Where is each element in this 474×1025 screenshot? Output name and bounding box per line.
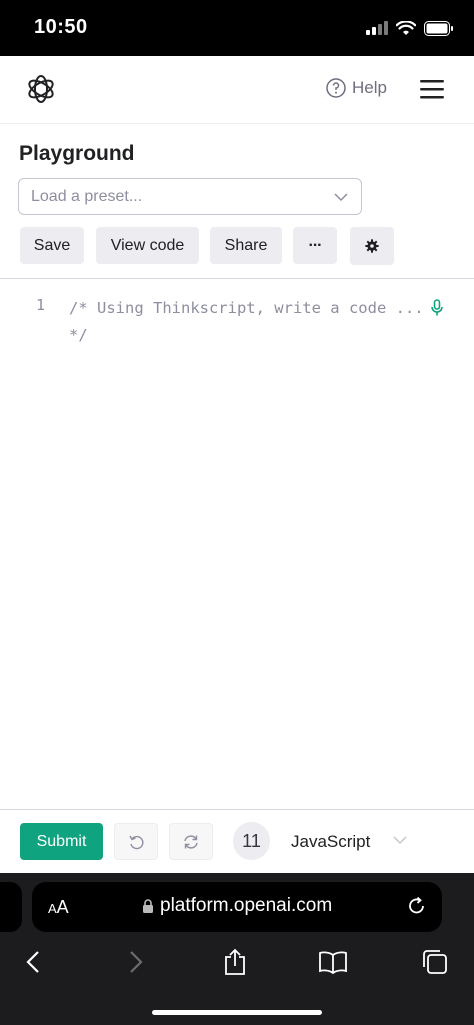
- view-code-button[interactable]: View code: [96, 227, 199, 264]
- code-prompt-text[interactable]: /* Using Thinkscript, write a code ... *…: [69, 295, 429, 349]
- address-bar[interactable]: AA platform.openai.com: [32, 882, 442, 932]
- settings-button[interactable]: [350, 227, 394, 265]
- status-icons: [366, 18, 454, 38]
- status-time: 10:50: [34, 16, 88, 38]
- lock-icon: [143, 898, 153, 913]
- preset-select[interactable]: Load a preset...: [18, 178, 362, 215]
- save-button[interactable]: Save: [20, 227, 84, 264]
- battery-icon: [424, 20, 453, 36]
- tabs-icon: [423, 950, 447, 974]
- gear-icon: [365, 239, 379, 253]
- tabs-button[interactable]: [420, 947, 450, 977]
- forward-button[interactable]: [121, 947, 151, 977]
- page-title: Playground: [19, 142, 135, 165]
- previous-tab[interactable]: [0, 882, 22, 932]
- hamburger-menu-icon[interactable]: [418, 78, 446, 100]
- help-label: Help: [352, 78, 387, 97]
- submit-button[interactable]: Submit: [20, 823, 103, 860]
- chevron-down-icon[interactable]: [392, 834, 408, 846]
- cellular-signal-icon: [366, 21, 388, 35]
- reload-icon[interactable]: [406, 895, 428, 917]
- text-size-small: A: [48, 901, 57, 916]
- help-circle-icon: [326, 78, 346, 98]
- bookmarks-button[interactable]: [318, 947, 348, 977]
- wifi-icon: [396, 20, 416, 35]
- back-button[interactable]: [18, 947, 48, 977]
- line-number: 1: [36, 296, 46, 314]
- editor-footer: Submit 11 JavaScript: [0, 810, 474, 873]
- home-indicator: [152, 1010, 322, 1015]
- preset-placeholder: Load a preset...: [31, 188, 143, 205]
- language-select[interactable]: JavaScript: [291, 832, 370, 852]
- browser-nav-row: [0, 945, 474, 981]
- text-size-button[interactable]: AA: [48, 897, 69, 918]
- status-bar: 10:50: [0, 0, 474, 56]
- browser-toolbar: AA platform.openai.com: [0, 873, 474, 1025]
- token-count-badge: 11: [233, 822, 270, 860]
- help-link[interactable]: Help: [326, 78, 387, 98]
- url-display[interactable]: platform.openai.com: [142, 895, 332, 917]
- url-text: platform.openai.com: [160, 895, 333, 916]
- regenerate-button[interactable]: [169, 823, 213, 860]
- openai-logo-icon[interactable]: [24, 72, 58, 106]
- app-header: Help: [0, 56, 474, 124]
- share-icon: [225, 948, 245, 975]
- undo-icon: [129, 835, 144, 849]
- chevron-down-icon: [334, 193, 348, 202]
- microphone-icon[interactable]: [430, 299, 444, 317]
- bookmarks-icon: [319, 951, 347, 974]
- text-size-large: A: [56, 897, 69, 917]
- back-icon: [26, 951, 39, 973]
- forward-icon: [130, 951, 143, 973]
- undo-button[interactable]: [114, 823, 158, 860]
- code-editor[interactable]: 1 /* Using Thinkscript, write a code ...…: [0, 278, 474, 810]
- share-page-button[interactable]: [220, 947, 250, 977]
- redo-icon: [184, 834, 198, 849]
- more-options-button[interactable]: ···: [293, 227, 337, 264]
- share-button[interactable]: Share: [210, 227, 282, 264]
